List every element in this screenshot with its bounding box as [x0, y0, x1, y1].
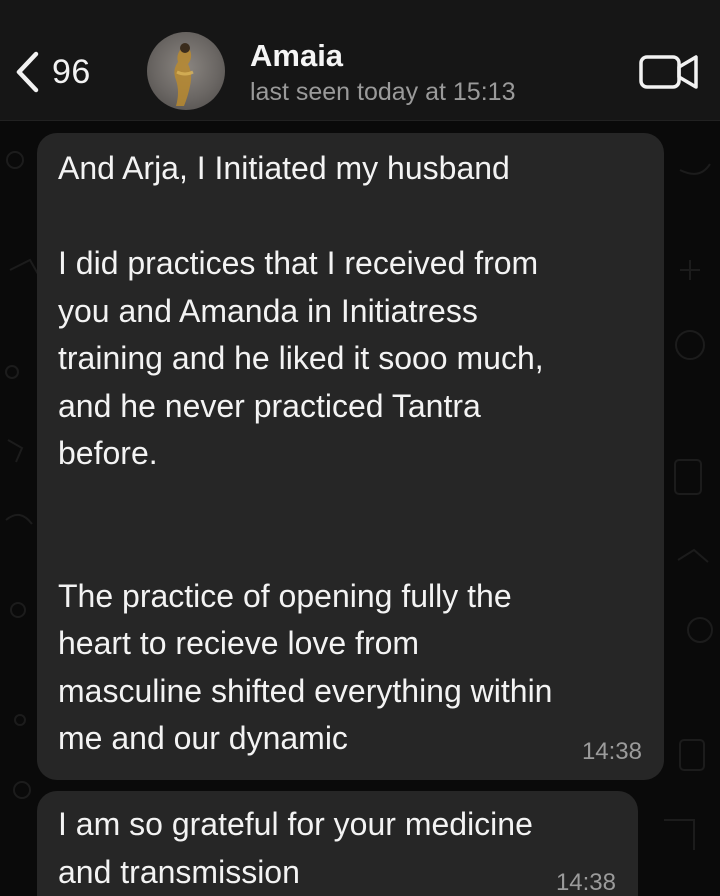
- message-timestamp: 14:38: [581, 738, 642, 765]
- back-button[interactable]: 96: [14, 48, 91, 96]
- message-text: And Arja, I Initiated my husband I did p…: [58, 150, 553, 756]
- last-seen-status: last seen today at 15:13: [250, 78, 516, 106]
- avatar-image: [174, 43, 194, 106]
- message-text: I am so grateful for your medicine and t…: [58, 806, 533, 890]
- message-timestamp: 14:38: [555, 869, 616, 896]
- chat-header: 96 Amaia last seen today at 15:13: [0, 0, 720, 121]
- unread-count: 96: [52, 52, 91, 91]
- video-call-button[interactable]: [638, 52, 700, 92]
- video-camera-icon: [639, 55, 698, 89]
- message-bubble[interactable]: And Arja, I Initiated my husband I did p…: [37, 133, 664, 780]
- chevron-left-icon: [16, 51, 39, 93]
- chat-screen: 96 Amaia last seen today at 15:13 And Ar…: [0, 0, 720, 896]
- avatar[interactable]: [147, 32, 225, 110]
- message-bubble[interactable]: I am so grateful for your medicine and t…: [37, 791, 638, 896]
- contact-name[interactable]: Amaia: [250, 38, 343, 74]
